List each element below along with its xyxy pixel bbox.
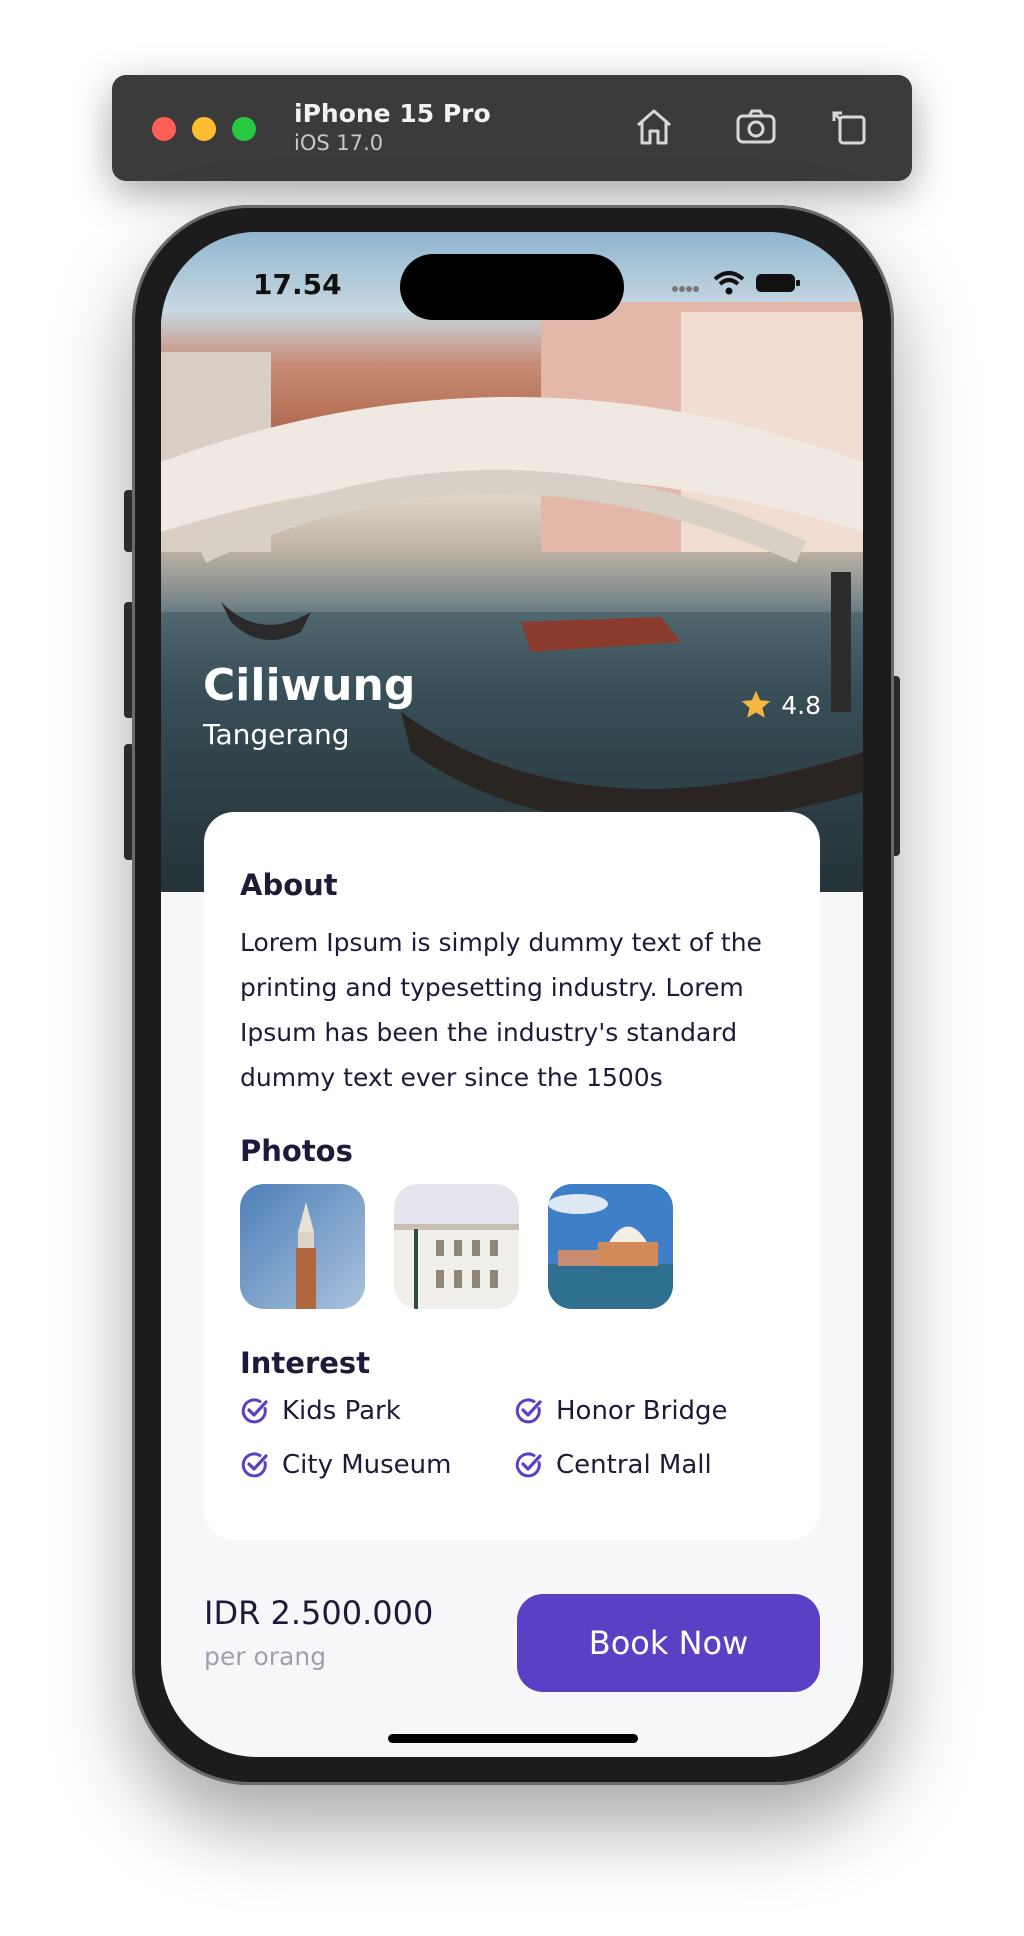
- rating-value: 4.8: [781, 690, 821, 720]
- dynamic-island: [400, 254, 624, 320]
- check-circle-icon: [515, 1398, 542, 1424]
- rotate-icon[interactable]: [826, 103, 874, 151]
- os-version: iOS 17.0: [294, 131, 384, 155]
- hero-image: 17.54 Ciliwung Tangerang 4.8: [161, 232, 863, 892]
- photo-thumbnail-3[interactable]: [548, 1184, 673, 1309]
- bridge-illustration: [161, 302, 863, 892]
- star-icon: [742, 690, 771, 718]
- interest-heading: Interest: [240, 1346, 371, 1380]
- device-name: iPhone 15 Pro: [294, 99, 491, 128]
- interest-item: Kids Park: [240, 1396, 401, 1426]
- book-now-button[interactable]: Book Now: [517, 1594, 820, 1692]
- interest-label: Kids Park: [282, 1396, 401, 1426]
- wifi-icon: [713, 271, 745, 295]
- check-circle-icon: [241, 1398, 268, 1424]
- interest-label: Honor Bridge: [556, 1396, 728, 1426]
- battery-icon: [756, 274, 800, 292]
- about-text: Lorem Ipsum is simply dummy text of the …: [240, 928, 762, 1092]
- interest-item: City Museum: [240, 1450, 451, 1480]
- zoom-window-button[interactable]: [232, 117, 256, 141]
- app-screen: 17.54 Ciliwung Tangerang 4.8 About Lorem…: [161, 232, 863, 1757]
- close-window-button[interactable]: [152, 117, 176, 141]
- home-icon[interactable]: [630, 103, 678, 151]
- photo-thumbnail-1[interactable]: [240, 1184, 365, 1309]
- interest-label: City Museum: [282, 1450, 452, 1480]
- photos-heading: Photos: [240, 1134, 353, 1168]
- interest-item: Honor Bridge: [514, 1396, 728, 1426]
- photo-thumbnail-2[interactable]: [394, 1184, 519, 1309]
- place-location: Tangerang: [203, 718, 350, 751]
- about-heading: About: [240, 868, 338, 902]
- screenshot-icon[interactable]: [732, 103, 780, 151]
- place-title: Ciliwung: [203, 660, 416, 711]
- status-time: 17.54: [253, 268, 342, 301]
- minimize-window-button[interactable]: [192, 117, 216, 141]
- details-card: About Lorem Ipsum is simply dummy text o…: [204, 812, 820, 1540]
- simulator-toolbar: iPhone 15 Pro iOS 17.0: [112, 75, 912, 181]
- home-indicator[interactable]: [388, 1734, 638, 1743]
- price-unit: per orang: [204, 1642, 327, 1671]
- price: IDR 2.500.000: [204, 1594, 434, 1632]
- interest-item: Central Mall: [514, 1450, 712, 1480]
- check-circle-icon: [515, 1452, 542, 1478]
- interest-label: Central Mall: [556, 1450, 712, 1480]
- check-circle-icon: [241, 1452, 268, 1478]
- signal-icon: [672, 286, 699, 292]
- status-icons: [671, 270, 801, 296]
- rating: 4.8: [739, 688, 821, 722]
